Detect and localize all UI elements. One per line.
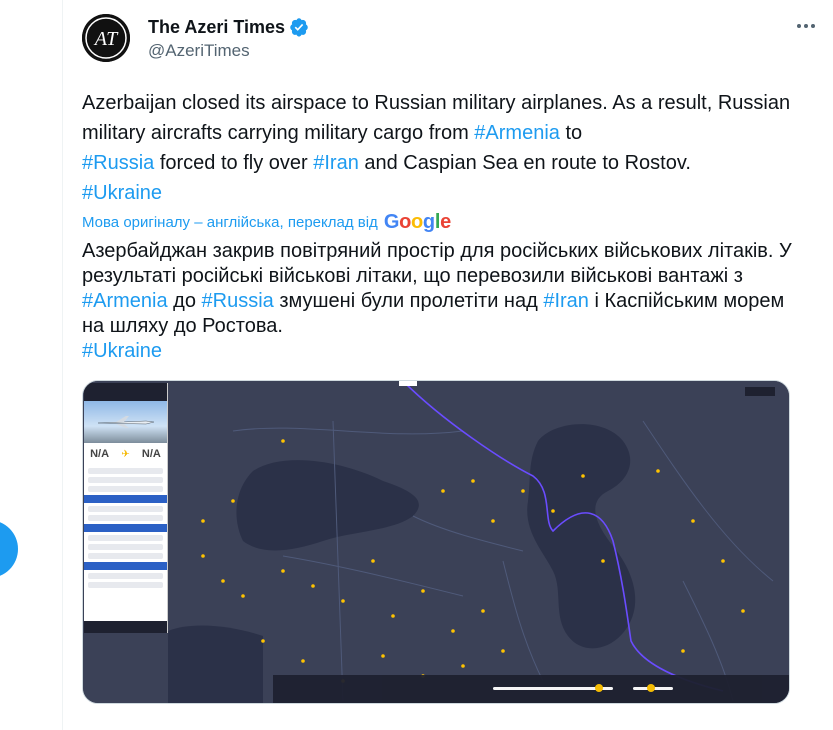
tweet-article[interactable]: AT The Azeri Times @AzeriTimes Azerbaija… — [63, 0, 833, 730]
hashtag-russia[interactable]: #Russia — [82, 152, 154, 174]
speed-knob — [647, 684, 655, 692]
hashtag-ukraine[interactable]: #Ukraine — [82, 182, 162, 204]
hashtag-ukraine[interactable]: #Ukraine — [82, 340, 162, 362]
flight-info-panel: N/A ✈ N/A — [84, 383, 168, 633]
flight-route: N/A ✈ N/A — [84, 443, 167, 465]
tweet-text-segment: to — [559, 122, 583, 144]
tweet-text-segment: Azerbaijan closed its airspace to Russia… — [82, 92, 791, 144]
avatar-initials: AT — [93, 28, 119, 50]
route-plane-icon: ✈ — [121, 448, 130, 460]
hashtag-iran[interactable]: #Iran — [313, 152, 359, 174]
flight-map — [83, 381, 789, 703]
tweet-text-segment: змушені були пролетіти над — [273, 290, 544, 312]
more-options-icon[interactable] — [791, 14, 821, 38]
route-origin: N/A — [90, 448, 110, 460]
author-handle[interactable]: @AzeriTimes — [148, 41, 309, 61]
tweet-text-original: Azerbaijan closed its airspace to Russia… — [82, 88, 797, 208]
author-display-name[interactable]: The Azeri Times — [148, 17, 285, 38]
flight-panel-header — [84, 383, 167, 401]
hashtag-iran[interactable]: #Iran — [543, 290, 589, 312]
map-top-label — [399, 381, 417, 386]
avatar[interactable]: AT — [82, 14, 130, 62]
google-logo: Google — [383, 210, 451, 233]
aircraft-photo — [84, 401, 167, 443]
tweet-header: AT The Azeri Times @AzeriTimes — [82, 14, 817, 66]
route-destination: N/A — [141, 448, 161, 460]
map-view-toggle — [745, 387, 775, 396]
translation-attribution[interactable]: Мова оригіналу – англійська, переклад ві… — [82, 211, 451, 233]
hashtag-armenia[interactable]: #Armenia — [82, 290, 168, 312]
tweet-text-segment: до — [167, 290, 202, 312]
playback-knob — [595, 684, 603, 692]
playback-bar — [273, 675, 789, 703]
compose-fab-button[interactable] — [0, 520, 18, 578]
verified-badge-icon[interactable] — [289, 17, 309, 37]
tweet-text-translated: Азербайджан закрив повітряний простір дл… — [82, 239, 797, 364]
tweet-text-segment: Азербайджан закрив повітряний простір дл… — [82, 240, 792, 287]
hashtag-armenia[interactable]: #Armenia — [474, 122, 560, 144]
plane-icon — [97, 416, 155, 428]
tweet-text-segment: and Caspian Sea en route to Rostov. — [358, 152, 691, 174]
flight-panel-footer — [84, 621, 167, 633]
hashtag-russia[interactable]: #Russia — [202, 290, 274, 312]
translation-note: Мова оригіналу – англійська, переклад ві… — [82, 213, 378, 231]
tweet-media-image[interactable]: N/A ✈ N/A — [82, 380, 790, 704]
tweet-text-segment: forced to fly over — [154, 152, 314, 174]
